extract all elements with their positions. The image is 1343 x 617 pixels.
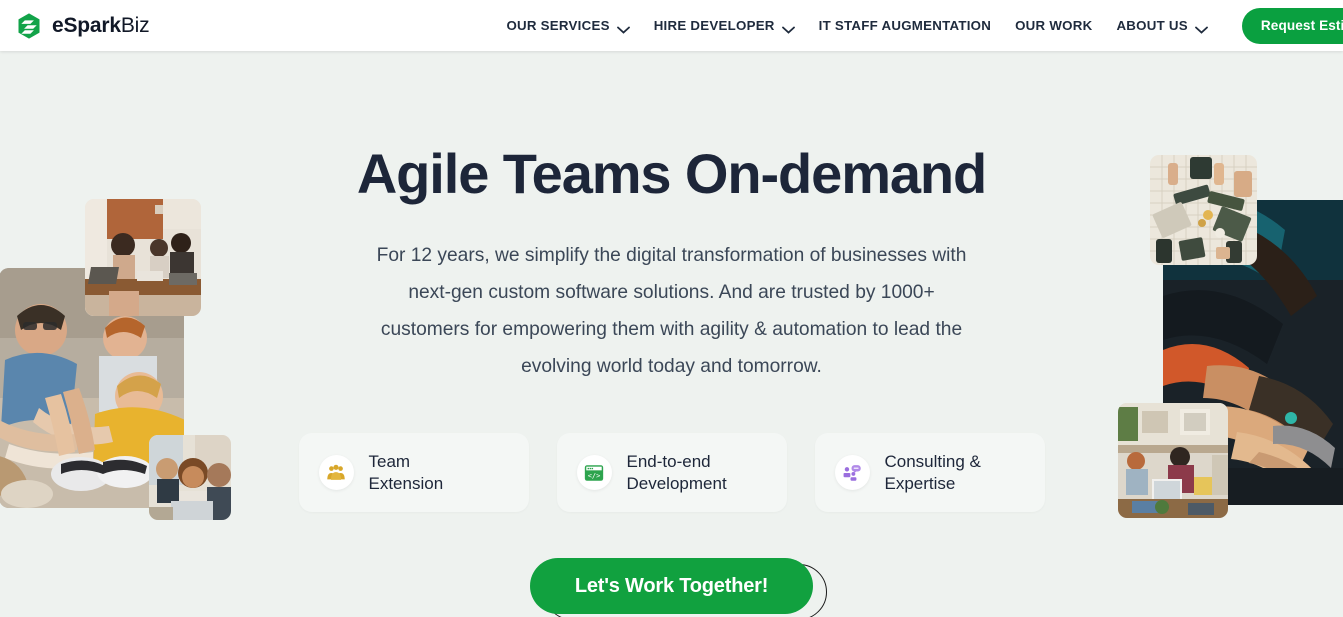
nav-item-hire-developer[interactable]: HIRE DEVELOPER	[642, 12, 807, 39]
chevron-down-icon	[1194, 22, 1208, 34]
nav-item-it-staff-augmentation[interactable]: IT STAFF AUGMENTATION	[807, 12, 1003, 39]
consulting-people-icon	[834, 455, 870, 490]
svg-text:</>: </>	[588, 471, 601, 479]
chevron-down-icon	[781, 22, 795, 34]
nav-label: OUR WORK	[1015, 18, 1093, 33]
request-estimate-button[interactable]: Request Estimate	[1241, 7, 1343, 44]
feature-card-end-to-end-development[interactable]: </> End-to-end Development	[556, 433, 787, 512]
feature-card-team-extension[interactable]: Team Extension	[298, 433, 529, 512]
logo-text-light: Biz	[120, 13, 150, 37]
feature-card-consulting-expertise[interactable]: Consulting & Expertise	[814, 433, 1045, 512]
chevron-down-icon	[616, 22, 630, 34]
nav-label: HIRE DEVELOPER	[653, 18, 775, 33]
lets-work-together-button[interactable]: Let's Work Together!	[530, 558, 813, 614]
site-header: eSparkBiz OUR SERVICES HIRE DEVELOPER IT…	[0, 0, 1343, 51]
nav-item-about-us[interactable]: ABOUT US	[1104, 12, 1219, 39]
hero-cta-area: Let's Work Together!	[0, 558, 1343, 617]
logo[interactable]: eSparkBiz	[15, 12, 150, 40]
nav-item-our-work[interactable]: OUR WORK	[1003, 12, 1104, 39]
logo-text-bold: eSpark	[52, 13, 121, 37]
logo-text: eSparkBiz	[52, 13, 150, 38]
code-window-icon: </>	[576, 455, 612, 490]
page-title: Agile Teams On-demand	[356, 142, 987, 205]
feature-card-list: Team Extension </> End-to-end Developmen…	[0, 433, 1343, 512]
nav-label: ABOUT US	[1116, 18, 1188, 33]
nav-item-our-services[interactable]: OUR SERVICES	[494, 12, 641, 39]
hero-page: eSparkBiz OUR SERVICES HIRE DEVELOPER IT…	[0, 0, 1343, 617]
espark-hexagon-logo-icon	[15, 12, 43, 40]
main-navigation: OUR SERVICES HIRE DEVELOPER IT STAFF AUG…	[494, 7, 1343, 44]
team-group-icon	[318, 455, 354, 490]
nav-label: IT STAFF AUGMENTATION	[818, 18, 992, 33]
feature-card-label: Team Extension	[368, 451, 444, 493]
hero-subtitle: For 12 years, we simplify the digital tr…	[376, 244, 967, 377]
feature-card-label: Consulting & Expertise	[884, 451, 981, 493]
nav-label: OUR SERVICES	[506, 18, 610, 33]
hero-section: Agile Teams On-demand For 12 years, we s…	[0, 51, 1343, 385]
feature-card-label: End-to-end Development	[626, 451, 727, 493]
